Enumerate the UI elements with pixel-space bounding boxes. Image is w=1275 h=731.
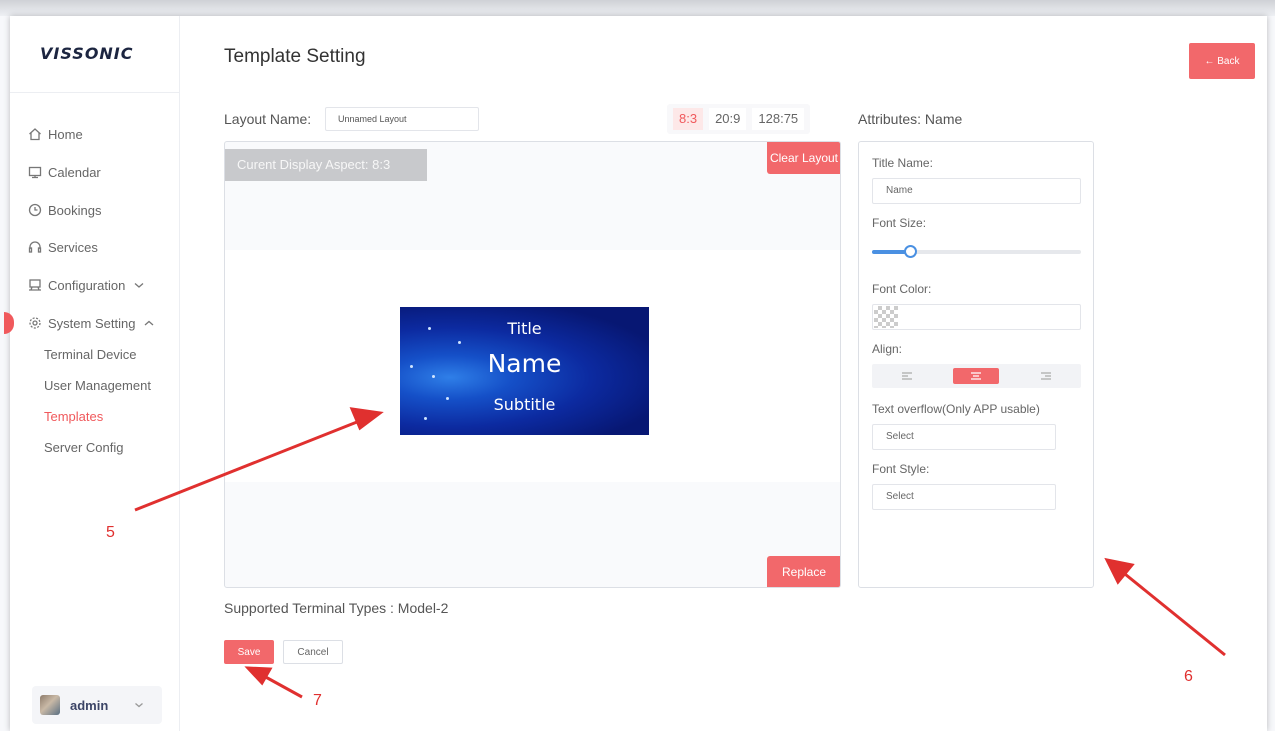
back-button[interactable]: ← Back <box>1189 43 1255 79</box>
sidebar-item-label: System Setting <box>48 315 136 331</box>
submenu-terminal-device[interactable]: Terminal Device <box>44 347 136 362</box>
avatar <box>40 695 60 715</box>
preview-subtitle-text: Subtitle <box>493 395 556 414</box>
align-selector <box>872 364 1081 388</box>
user-menu[interactable]: admin <box>32 686 162 724</box>
page-title: Template Setting <box>224 46 366 67</box>
user-name: admin <box>70 697 109 713</box>
annotation-label-5: 5 <box>106 524 115 541</box>
aspect-ratio-selector: 8:3 20:9 128:75 <box>667 104 811 134</box>
title-name-input[interactable]: Name <box>872 178 1081 204</box>
sidebar: VISSONIC Home Calendar Bookings Services… <box>4 16 180 731</box>
align-center-button[interactable] <box>953 368 1000 384</box>
sidebar-item-calendar[interactable]: Calendar <box>28 162 101 182</box>
align-center-icon <box>971 372 982 380</box>
layout-name-input[interactable]: Unnamed Layout <box>325 107 479 131</box>
sidebar-item-label: Calendar <box>48 164 101 180</box>
transparent-swatch <box>874 306 898 328</box>
font-style-label: Font Style: <box>872 462 930 476</box>
attributes-panel: Title Name: Name Font Size: Font Color: … <box>858 141 1094 588</box>
clear-layout-button[interactable]: Clear Layout <box>767 142 840 174</box>
sidebar-divider <box>10 92 180 93</box>
annotation-label-7: 7 <box>313 692 322 709</box>
align-left-icon <box>901 372 912 380</box>
current-aspect-label: Curent Display Aspect: 8:3 <box>225 149 427 181</box>
home-icon <box>29 128 41 141</box>
text-overflow-label: Text overflow(Only APP usable) <box>872 402 1040 416</box>
preview-name-text: Name <box>487 349 562 378</box>
sidebar-item-label: Configuration <box>48 277 126 293</box>
layout-canvas: Curent Display Aspect: 8:3 Clear Layout … <box>224 141 841 588</box>
title-name-label: Title Name: <box>872 156 933 170</box>
headset-icon <box>28 241 42 253</box>
align-left-button[interactable] <box>884 368 930 384</box>
save-button[interactable]: Save <box>224 640 274 664</box>
font-color-label: Font Color: <box>872 282 932 296</box>
clock-icon <box>28 203 42 217</box>
preview-sparkle <box>424 417 427 420</box>
computer-icon <box>29 279 41 291</box>
font-color-picker[interactable] <box>872 304 1081 330</box>
supported-terminal-types: Supported Terminal Types : Model-2 <box>224 600 449 616</box>
submenu-templates[interactable]: Templates <box>44 409 103 424</box>
font-size-slider-handle[interactable] <box>903 245 917 258</box>
align-label: Align: <box>872 342 903 356</box>
sidebar-item-bookings[interactable]: Bookings <box>28 200 101 220</box>
template-preview[interactable]: Title Name Subtitle <box>400 307 649 435</box>
aspect-8-3-button[interactable]: 8:3 <box>673 108 704 130</box>
sidebar-item-home[interactable]: Home <box>28 124 83 144</box>
sidebar-item-label: Services <box>48 239 98 255</box>
window-top-edge <box>0 0 1275 16</box>
font-size-slider[interactable] <box>872 245 1081 258</box>
attributes-header: Attributes: Name <box>858 111 963 127</box>
layout-name-label: Layout Name: <box>224 111 312 127</box>
submenu-user-management[interactable]: User Management <box>44 378 151 393</box>
replace-button[interactable]: Replace <box>767 556 840 587</box>
active-section-marker <box>4 312 14 334</box>
font-style-select[interactable]: Select <box>872 484 1056 510</box>
sidebar-item-configuration[interactable]: Configuration <box>28 275 151 295</box>
sidebar-item-label: Home <box>48 126 83 142</box>
cancel-button[interactable]: Cancel <box>283 640 343 664</box>
aspect-128-75-button[interactable]: 128:75 <box>752 108 805 130</box>
gear-icon <box>29 317 41 329</box>
sidebar-item-services[interactable]: Services <box>28 237 98 257</box>
text-overflow-select[interactable]: Select <box>872 424 1056 450</box>
screenshot-frame: VISSONIC Home Calendar Bookings Services… <box>0 0 1275 731</box>
brand-logo: VISSONIC <box>40 44 134 63</box>
app-window: VISSONIC Home Calendar Bookings Services… <box>4 16 1267 731</box>
aspect-20-9-button[interactable]: 20:9 <box>709 108 747 130</box>
preview-sparkle <box>458 341 461 344</box>
annotation-label-6: 6 <box>1184 668 1193 685</box>
chevron-down-icon <box>135 703 144 708</box>
submenu-server-config[interactable]: Server Config <box>44 440 123 455</box>
sidebar-item-system-setting[interactable]: System Setting <box>28 313 161 333</box>
sidebar-item-label: Bookings <box>48 202 102 218</box>
align-right-icon <box>1041 372 1052 380</box>
calendar-icon <box>28 166 42 179</box>
align-right-button[interactable] <box>1023 368 1069 384</box>
chevron-down-icon <box>134 283 144 288</box>
font-size-label: Font Size: <box>872 216 927 230</box>
preview-title-text: Title <box>507 319 542 338</box>
chevron-up-icon <box>145 320 154 326</box>
